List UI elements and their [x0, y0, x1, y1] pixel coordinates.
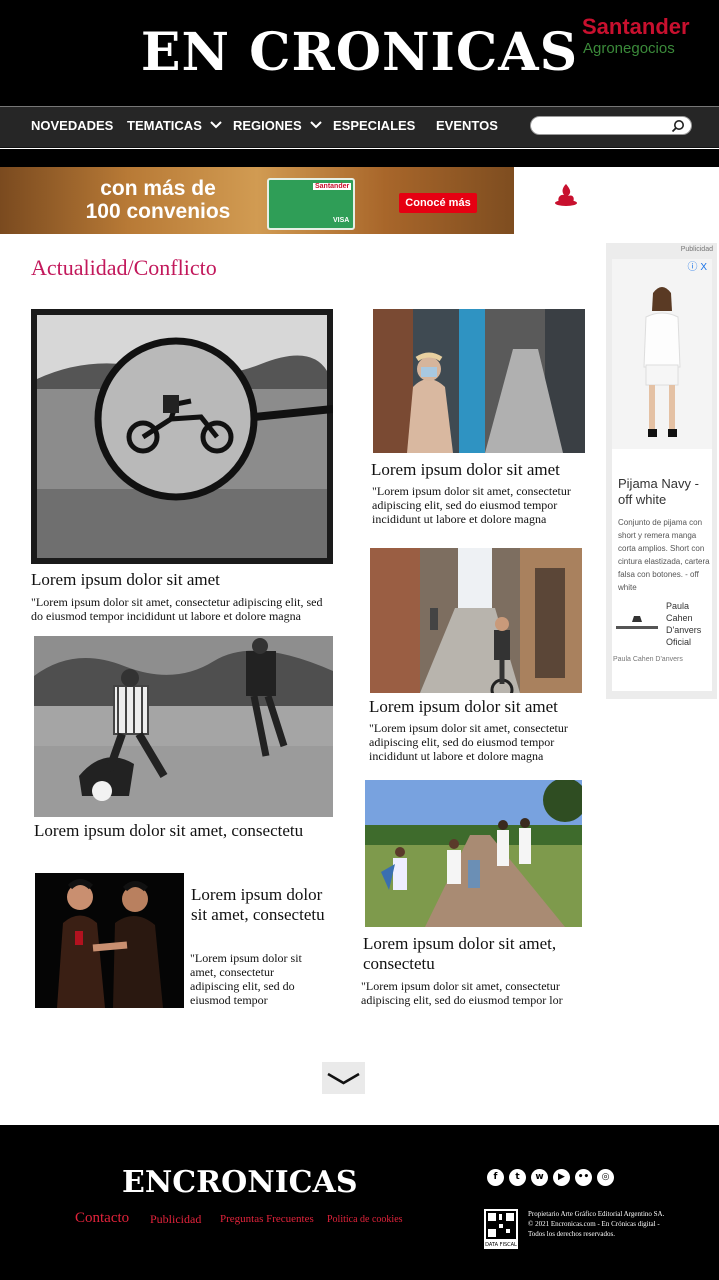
nav-item-regiones[interactable]: REGIONES: [233, 118, 322, 133]
site-footer: ENCRONICAS Contacto Publicidad Preguntas…: [0, 1125, 719, 1280]
footer-link-faq[interactable]: Preguntas Frecuentes: [220, 1213, 314, 1225]
ad-product-description: Conjunto de pijama con short y remera ma…: [618, 518, 710, 592]
article-image-masked-woman[interactable]: [373, 309, 585, 453]
nav-label: REGIONES: [233, 118, 302, 133]
nav-label: TEMATICAS: [127, 118, 202, 133]
masked-woman-alley-photo: [373, 309, 585, 453]
twitter-icon[interactable]: t: [509, 1169, 526, 1186]
article-title[interactable]: Lorem ipsum dolor sit amet, consectetu: [34, 821, 344, 841]
banner-copy-line: con más de: [100, 177, 216, 200]
santander-flame-icon: [555, 184, 577, 206]
article-title[interactable]: Lorem ipsum dolor sit amet: [31, 570, 333, 590]
nav-label: EVENTOS: [436, 118, 498, 133]
ad-footer-brand: Paula Cahen D'anvers: [613, 656, 683, 663]
chevron-down-icon: [210, 121, 222, 129]
facebook-icon[interactable]: f: [487, 1169, 504, 1186]
ad-brand-name[interactable]: Paula Cahen D'anvers Oficial: [666, 600, 714, 648]
nav-item-eventos[interactable]: EVENTOS: [436, 118, 498, 133]
article-title[interactable]: Lorem ipsum dolor sit amet, consectetu: [191, 885, 339, 925]
article-excerpt: "Lorem ipsum dolor sit amet, consectetur…: [361, 979, 563, 1007]
article-excerpt: "Lorem ipsum dolor sit amet, consectetur…: [190, 951, 302, 1007]
article-excerpt: "Lorem ipsum dolor sit amet, consectetur…: [369, 721, 568, 763]
nav-label: NOVEDADES: [31, 118, 114, 133]
article-image-football[interactable]: [34, 636, 333, 817]
street-cyclist-photo: [370, 548, 582, 693]
qr-label: DATA FISCAL: [485, 1242, 517, 1248]
santander-brand-panel: [514, 167, 719, 234]
qr-code-icon: DATA FISCAL: [484, 1209, 518, 1249]
youtube-icon[interactable]: ▶: [553, 1169, 570, 1186]
card-brand: Santander: [313, 183, 352, 190]
banner-cta-button[interactable]: Conocé más: [399, 193, 477, 213]
main-nav: NOVEDADES TEMATICAS REGIONES ESPECIALES …: [0, 106, 719, 148]
ad-label: Publicidad: [680, 246, 713, 253]
credit-card-image: Santander VISA: [267, 178, 355, 230]
article-image-motorcycle[interactable]: [31, 309, 333, 564]
article-image-children-road[interactable]: [365, 780, 582, 927]
instagram-icon[interactable]: ◎: [597, 1169, 614, 1186]
chevron-down-icon: [309, 121, 322, 129]
footer-link-cookies[interactable]: Politica de cookies: [327, 1214, 403, 1225]
footer-logo[interactable]: ENCRONICAS: [122, 1165, 358, 1200]
section-title: Actualidad/Conflicto: [31, 255, 217, 280]
load-more-button[interactable]: [322, 1062, 365, 1094]
footer-link-publicidad[interactable]: Publicidad: [150, 1212, 201, 1227]
article-title[interactable]: Lorem ipsum dolor sit amet, consectetu: [363, 934, 588, 974]
article-title[interactable]: Lorem ipsum dolor sit amet: [369, 697, 589, 717]
ad-product-name[interactable]: Pijama Navy - off white: [618, 476, 710, 508]
children-walking-road-photo: [365, 780, 582, 927]
santander-subtitle: Agronegocios: [583, 40, 675, 57]
article-excerpt: "Lorem ipsum dolor sit amet, consectetur…: [372, 484, 571, 526]
nav-item-tematicas[interactable]: TEMATICAS: [127, 118, 222, 133]
search-icon[interactable]: [671, 119, 685, 133]
article-image-tango[interactable]: [35, 873, 184, 1008]
tango-dancers-photo: [35, 873, 184, 1008]
flickr-icon[interactable]: ••: [575, 1169, 592, 1186]
nav-item-novedades[interactable]: NOVEDADES: [31, 118, 113, 133]
fiscal-text: Propietario Arte Gráfico Editorial Argen…: [528, 1210, 665, 1238]
ad-brand-logo: [616, 616, 658, 629]
banner-ad[interactable]: con más de 100 convenios Santander VISA …: [0, 167, 719, 234]
nav-item-especiales[interactable]: ESPECIALES: [333, 118, 415, 133]
banner-copy-line: 100 convenios: [85, 200, 231, 223]
header-spacer: [0, 149, 719, 167]
nav-label: ESPECIALES: [333, 118, 416, 133]
article-image-street-cyclist[interactable]: [370, 548, 582, 693]
whatsapp-icon[interactable]: w: [531, 1169, 548, 1186]
card-network: VISA: [333, 217, 350, 224]
football-match-photo: [34, 636, 333, 817]
article-excerpt: "Lorem ipsum dolor sit amet, consectetur…: [31, 595, 323, 623]
banner-copy: con más de 100 convenios: [58, 177, 258, 223]
chevron-down-icon: [327, 1072, 360, 1085]
footer-link-contacto[interactable]: Contacto: [75, 1210, 129, 1227]
article-title[interactable]: Lorem ipsum dolor sit amet: [371, 460, 591, 480]
motorcycle-through-glasses-photo: [37, 315, 333, 558]
ad-close-icon[interactable]: ⓘ X: [688, 258, 707, 273]
data-fiscal-qr[interactable]: DATA FISCAL: [484, 1209, 518, 1249]
pajama-model-photo: [612, 259, 712, 449]
search-input[interactable]: [530, 116, 692, 135]
santander-name: Santander: [582, 14, 690, 39]
